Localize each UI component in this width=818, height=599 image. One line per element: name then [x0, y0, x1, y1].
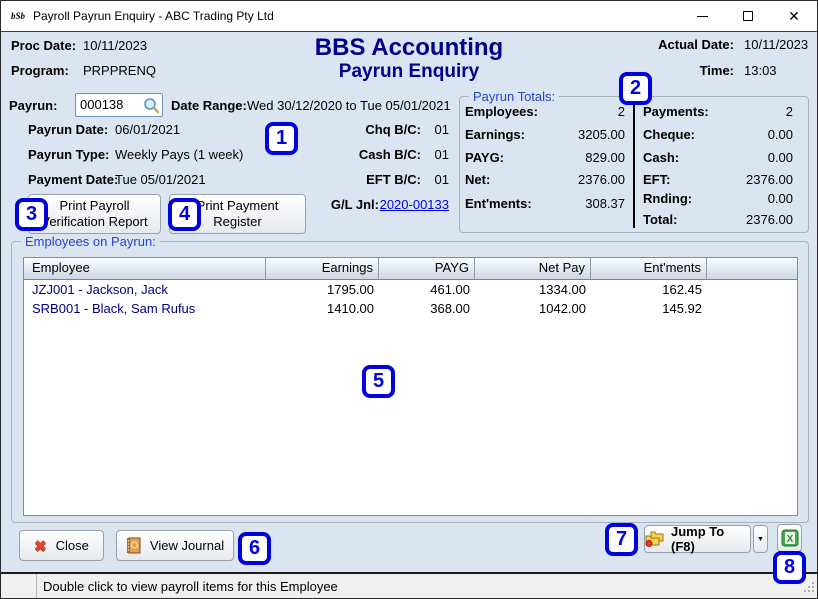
totals-divider — [633, 104, 635, 228]
date-range-label: Date Range: — [171, 98, 247, 113]
totals-value: 2 — [519, 104, 625, 119]
payment-date-label: Payment Date: — [28, 172, 118, 187]
minimize-icon — [697, 16, 708, 17]
payrun-label: Payrun: — [9, 98, 57, 113]
actual-date-label: Actual Date: — [634, 37, 734, 52]
totals-value: 308.37 — [519, 196, 625, 211]
annotation-marker-3: 3 — [15, 198, 48, 231]
status-bar: Double click to view payroll items for t… — [1, 572, 817, 599]
column-header-entments[interactable]: Ent'ments — [591, 258, 707, 279]
column-header-employee[interactable]: Employee — [24, 258, 266, 279]
chevron-down-icon: ▼ — [757, 536, 764, 543]
gl-jnl-link[interactable]: 2020-00133 — [361, 197, 449, 212]
journal-icon — [126, 537, 141, 554]
annotation-marker-1: 1 — [265, 122, 298, 155]
netpay-cell: 1042.00 — [475, 299, 591, 318]
column-header-empty — [707, 258, 797, 279]
status-bar-left-pane — [1, 574, 37, 599]
payrun-enquiry-window: bSb Payroll Payrun Enquiry - ABC Trading… — [0, 0, 818, 599]
entments-cell: 145.92 — [591, 299, 707, 318]
window-controls: ✕ — [679, 1, 817, 31]
annotation-marker-4: 4 — [168, 198, 201, 231]
view-journal-button[interactable]: View Journal — [116, 530, 234, 561]
totals-value: 2376.00 — [661, 212, 793, 227]
annotation-marker-7: 7 — [605, 523, 638, 556]
close-x-icon: ✖ — [34, 537, 47, 555]
print-verification-line1: Print Payroll — [59, 198, 129, 214]
payg-cell: 368.00 — [379, 299, 475, 318]
jump-to-dropdown-button[interactable]: ▼ — [753, 525, 768, 553]
svg-text:X: X — [786, 534, 793, 545]
date-range-value: Wed 30/12/2020 to Tue 05/01/2021 — [247, 98, 451, 113]
eft-bc-value: 01 — [361, 172, 449, 187]
payrun-input[interactable] — [80, 96, 136, 113]
maximize-button[interactable] — [725, 1, 771, 31]
empty-cell — [707, 280, 797, 299]
minimize-button[interactable] — [679, 1, 725, 31]
employee-name-cell: JZJ001 - Jackson, Jack — [24, 280, 266, 299]
actual-date-value: 10/11/2023 — [744, 37, 808, 52]
totals-value: 829.00 — [519, 150, 625, 165]
jump-to-folders-icon — [645, 531, 664, 547]
payment-date-value: Tue 05/01/2021 — [115, 172, 206, 187]
payrun-lookup-field — [75, 93, 163, 117]
excel-icon: X — [781, 529, 799, 547]
totals-label: PAYG: — [465, 150, 504, 165]
print-verification-line2: Verification Report — [41, 214, 147, 230]
status-message: Double click to view payroll items for t… — [37, 579, 338, 594]
payrun-date-value: 06/01/2021 — [115, 122, 180, 137]
table-row[interactable]: JZJ001 - Jackson, Jack 1795.00 461.00 13… — [24, 280, 797, 299]
window-title: Payroll Payrun Enquiry - ABC Trading Pty… — [33, 9, 274, 23]
column-header-payg[interactable]: PAYG — [379, 258, 475, 279]
print-register-line2: Register — [213, 214, 261, 230]
totals-value: 3205.00 — [519, 127, 625, 142]
table-row[interactable]: SRB001 - Black, Sam Rufus 1410.00 368.00… — [24, 299, 797, 318]
close-button-label: Close — [56, 538, 89, 553]
maximize-icon — [743, 11, 753, 21]
totals-value: 0.00 — [661, 191, 793, 206]
payg-cell: 461.00 — [379, 280, 475, 299]
cash-bc-value: 01 — [361, 147, 449, 162]
totals-value: 2376.00 — [661, 172, 793, 187]
search-icon[interactable] — [143, 97, 160, 117]
totals-value: 0.00 — [661, 150, 793, 165]
totals-value: 2376.00 — [519, 172, 625, 187]
payrun-type-value: Weekly Pays (1 week) — [115, 147, 243, 162]
column-header-netpay[interactable]: Net Pay — [475, 258, 591, 279]
payrun-date-label: Payrun Date: — [28, 122, 108, 137]
annotation-marker-5: 5 — [362, 365, 395, 398]
close-window-button[interactable]: ✕ — [771, 1, 817, 31]
print-register-line1: Print Payment — [197, 198, 279, 214]
totals-value: 0.00 — [661, 127, 793, 142]
employee-name-cell: SRB001 - Black, Sam Rufus — [24, 299, 266, 318]
payrun-totals-legend: Payrun Totals: — [469, 89, 559, 104]
annotation-marker-8: 8 — [773, 551, 806, 584]
resize-grip[interactable] — [802, 580, 815, 596]
time-value: 13:03 — [744, 63, 777, 78]
earnings-cell: 1795.00 — [266, 280, 379, 299]
close-button[interactable]: ✖ Close — [19, 530, 104, 561]
empty-cell — [707, 299, 797, 318]
annotation-marker-6: 6 — [238, 532, 271, 565]
chq-bc-value: 01 — [361, 122, 449, 137]
employees-table: Employee Earnings PAYG Net Pay Ent'ments… — [23, 257, 798, 516]
export-excel-button[interactable]: X — [777, 524, 802, 552]
payrun-type-label: Payrun Type: — [28, 147, 109, 162]
view-journal-label: View Journal — [150, 538, 224, 553]
annotation-marker-2: 2 — [619, 72, 652, 105]
app-icon: bSb — [9, 8, 27, 24]
jump-to-button[interactable]: Jump To (F8) — [644, 525, 751, 553]
close-icon: ✕ — [788, 9, 800, 23]
totals-label: Net: — [465, 172, 490, 187]
totals-label: Earnings: — [465, 127, 525, 142]
jump-to-label: Jump To (F8) — [671, 524, 750, 554]
earnings-cell: 1410.00 — [266, 299, 379, 318]
employees-legend: Employees on Payrun: — [21, 234, 160, 249]
entments-cell: 162.45 — [591, 280, 707, 299]
table-header: Employee Earnings PAYG Net Pay Ent'ments — [24, 258, 797, 280]
totals-value: 2 — [661, 104, 793, 119]
column-header-earnings[interactable]: Earnings — [266, 258, 379, 279]
netpay-cell: 1334.00 — [475, 280, 591, 299]
